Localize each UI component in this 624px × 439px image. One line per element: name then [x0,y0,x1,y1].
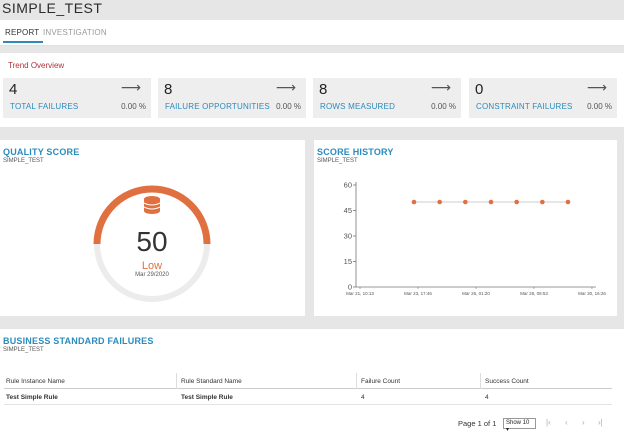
data-point [540,199,545,205]
kpi-label: FAILURE OPPORTUNITIES [165,102,270,111]
kpi-label: CONSTRAINT FAILURES [476,102,573,111]
kpi-value: 0 [475,81,484,98]
column-header[interactable]: Rule Instance Name [6,378,65,385]
quality-score-panel: QUALITY SCORE SIMPLE_TEST 50 Low Mar 29/… [0,140,305,316]
trend-title: Trend Overview [8,61,65,70]
table-cell: Test Simple Rule [181,394,233,401]
kpi-percent: 0.00 % [276,102,301,111]
tab-investigation[interactable]: INVESTIGATION [43,28,107,37]
trend-overview: Trend Overview 4 ⟶ TOTAL FAILURES 0.00 %… [0,53,624,127]
x-tick-label: Mar 30, 16:26 [578,291,606,296]
data-point [411,199,417,205]
score-value: 50 [136,226,168,257]
table-cell: 4 [485,394,489,401]
table-row[interactable]: Test Simple Rule Test Simple Rule 4 4 [4,389,612,405]
kpi-percent: 0.00 % [121,102,146,111]
column-header[interactable]: Success Count [485,378,529,385]
column-divider [176,373,177,389]
kpi-label: ROWS MEASURED [320,102,396,111]
page-size-value: Show 10 [506,420,530,426]
score-history-chart: 015304560Mar 21, 10:13 Mar 23, 17:46 Mar 2… [344,181,607,297]
page-size-select[interactable]: Show 10 ▾ [503,418,536,433]
kpi-value: 4 [9,81,18,98]
data-point [463,199,468,205]
failures-table: Rule Instance Name Rule Standard Name Fa… [4,373,612,405]
arrow-right-icon: ⟶ [120,79,141,95]
first-page-icon[interactable]: |‹ [546,418,551,427]
kpi-percent: 0.00 % [431,102,456,111]
score-date: Mar 29/2020 [135,272,169,278]
table-cell: Test Simple Rule [6,394,58,401]
panel-title: BUSINESS STANDARD FAILURES [3,336,154,346]
tab-report[interactable]: REPORT [2,28,44,43]
y-tick-label: 60 [344,181,352,190]
next-page-icon[interactable]: › [582,418,585,427]
data-point [514,199,519,205]
business-standard-failures-panel: BUSINESS STANDARD FAILURES SIMPLE_TEST R… [0,329,624,439]
arrow-right-icon: ⟶ [275,79,296,95]
y-tick-label: 30 [344,232,352,241]
kpi-rows-measured: 8 ⟶ ROWS MEASURED 0.00 % [313,78,461,118]
y-tick-label: 45 [344,206,352,215]
quality-gauge: 50 Low Mar 29/2020 [88,180,216,308]
y-tick-label: 15 [344,257,352,266]
table-cell: 4 [361,394,365,401]
column-header[interactable]: Failure Count [361,378,400,385]
table-header: Rule Instance Name Rule Standard Name Fa… [4,373,612,389]
kpi-label: TOTAL FAILURES [10,102,79,111]
arrow-right-icon: ⟶ [430,79,451,95]
data-point [437,199,442,205]
column-divider [480,373,481,389]
x-tick-label: Mar 28, 08:53 [520,291,548,296]
tab-bar: REPORT INVESTIGATION [0,20,624,46]
last-page-icon[interactable]: ›| [598,418,603,427]
score-rating: Low [141,260,163,272]
arrow-right-icon: ⟶ [586,79,607,95]
panel-title: QUALITY SCORE [3,147,80,157]
column-header[interactable]: Rule Standard Name [181,378,242,385]
database-icon [143,196,161,214]
panel-subtitle: SIMPLE_TEST [3,158,44,164]
data-point [488,199,494,205]
x-tick-label: Mar 23, 17:46 [404,291,432,296]
panel-subtitle: SIMPLE_TEST [3,347,44,353]
page-title: SIMPLE_TEST [2,0,103,16]
x-tick-label: Mar 21, 10:13 [346,291,374,296]
kpi-percent: 0.00 % [587,102,612,111]
x-tick-label: Mar 26, 01:20 [462,291,490,296]
data-point [565,199,571,205]
pager-text: Page 1 of 1 [458,419,497,428]
score-history-panel: SCORE HISTORY SIMPLE_TEST 0 15 30 45 60 Mar 2… [314,140,617,316]
kpi-failure-opportunities: 8 ⟶ FAILURE OPPORTUNITIES 0.00 % [158,78,306,118]
kpi-total-failures: 4 ⟶ TOTAL FAILURES 0.00 % [3,78,151,118]
kpi-constraint-failures: 0 ⟶ CONSTRAINT FAILURES 0.00 % [469,78,617,118]
column-divider [356,373,357,389]
prev-page-icon[interactable]: ‹ [565,418,568,427]
kpi-value: 8 [164,81,173,98]
kpi-value: 8 [319,81,328,98]
